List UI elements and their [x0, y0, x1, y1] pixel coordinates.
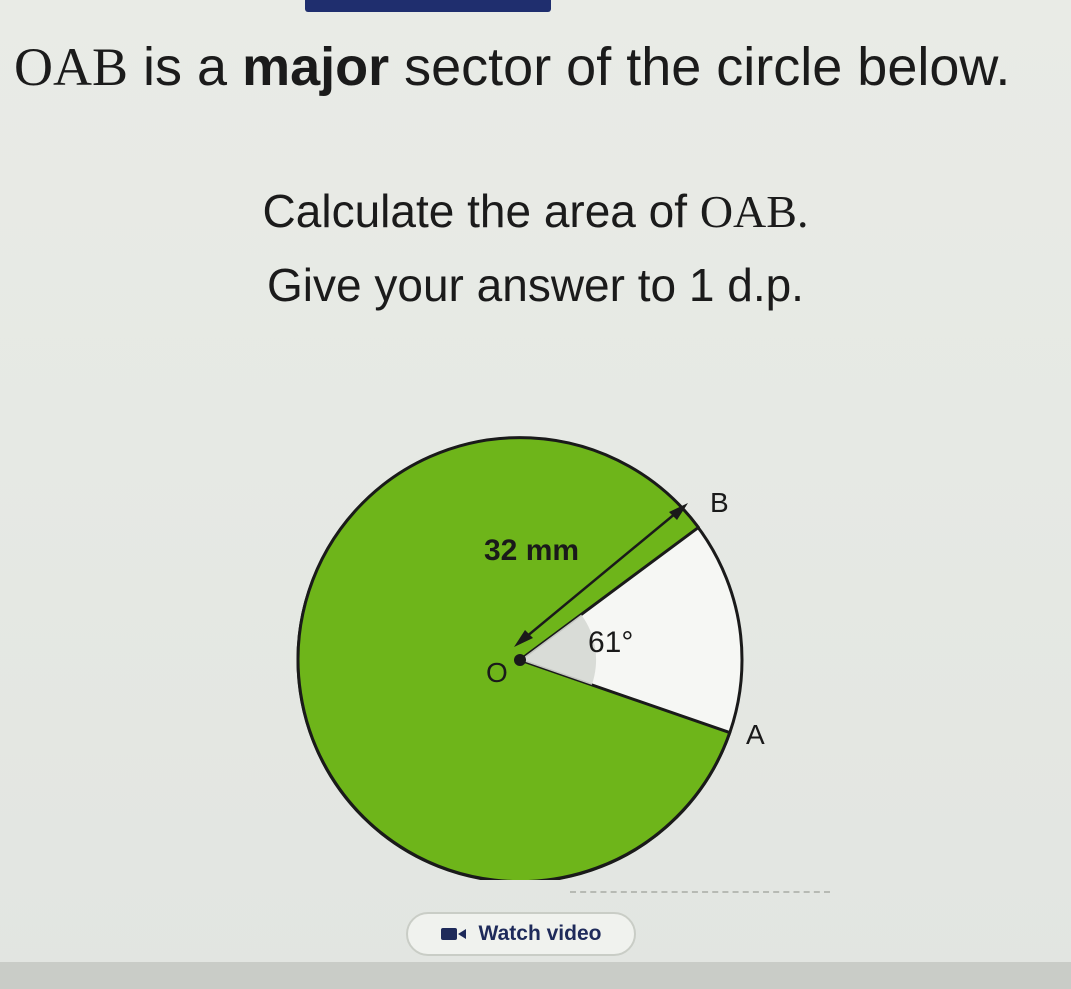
watch-video-button[interactable]: Watch video	[406, 912, 636, 956]
video-icon	[440, 926, 467, 942]
center-point	[514, 654, 526, 666]
sector-diagram: 32 mm 61° O A B	[296, 436, 765, 880]
bottom-bar	[0, 962, 1071, 989]
radius-label: 32 mm	[484, 534, 579, 567]
point-b-label: B	[710, 487, 729, 518]
title-suffix-text: sector of the circle below.	[389, 37, 1011, 97]
top-tab-bar	[305, 0, 551, 12]
angle-label: 61°	[588, 626, 633, 659]
major-emphasis-text: major	[242, 37, 390, 97]
question-instruction: Calculate the area of OAB.	[0, 186, 1071, 238]
center-label: O	[486, 657, 508, 688]
instruction-sector-name: OAB.	[699, 186, 809, 237]
sector-name-text: OAB	[14, 37, 129, 97]
answer-precision-text: Give your answer to 1 d.p.	[267, 259, 804, 311]
point-a-label: A	[746, 719, 765, 750]
title-connector-text: is a	[128, 37, 243, 97]
question-title: OAB is a major sector of the circle belo…	[14, 37, 1064, 97]
watch-video-label: Watch video	[478, 922, 602, 945]
instruction-text: Calculate the area of	[262, 185, 700, 237]
hint-divider	[570, 891, 830, 899]
